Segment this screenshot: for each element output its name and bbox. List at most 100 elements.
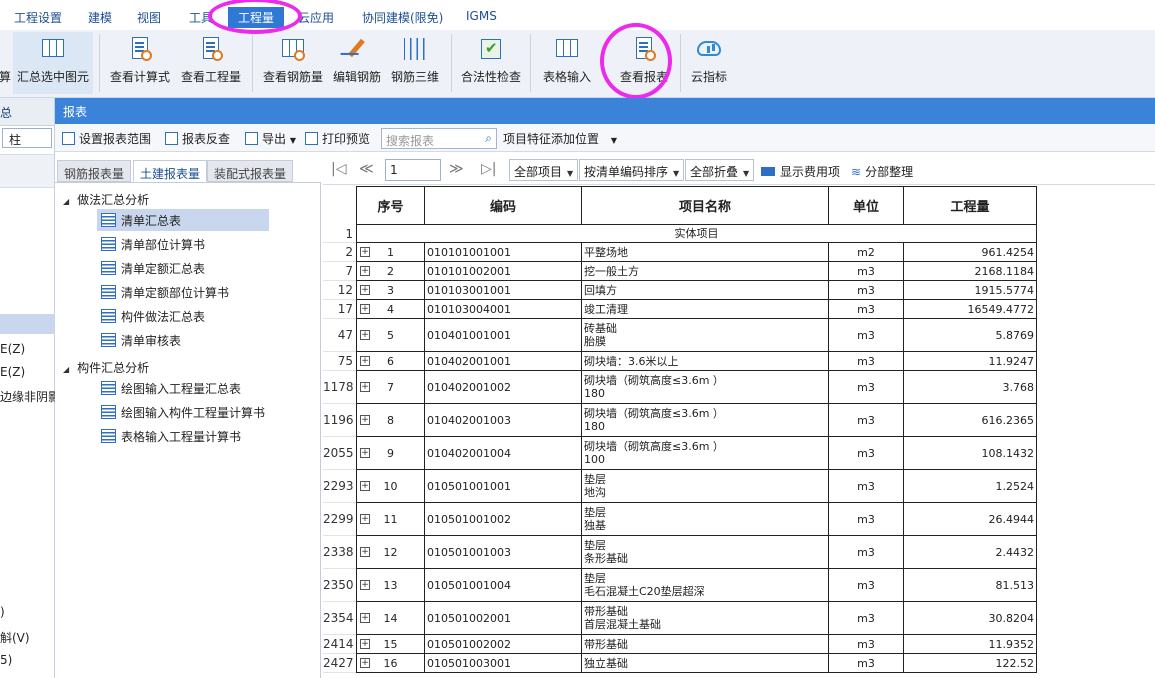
arrange-button[interactable]: ≋ 分部整理 [851,163,913,180]
view-formula-button[interactable]: 查看计算式 [106,32,174,94]
cell-name: 砌块墙：3.6米以上 [581,351,829,371]
left-pane-item[interactable]: 5) [0,653,12,667]
edit-rebar-button[interactable]: 编辑钢筋 [328,32,386,94]
menu-tab-igms[interactable]: IGMS [466,9,497,23]
tree-group-component-summary[interactable]: ◢ 构件汇总分析 [63,359,149,376]
left-pane-selected-row[interactable] [0,314,55,334]
view-quantity-button[interactable]: 查看工程量 [176,32,246,94]
summary-selected-button[interactable]: 汇总选中图元 [13,32,93,94]
expand-icon[interactable]: + [360,658,370,668]
collapse-triangle-icon[interactable]: ◢ [63,365,69,374]
left-pane-filter-input[interactable]: 柱 [2,128,52,148]
menu-tab-view[interactable]: 视图 [137,9,161,26]
tree-group-method-summary[interactable]: ◢ 做法汇总分析 [63,191,149,208]
tree-item[interactable]: 表格输入工程量计算书 [97,425,245,447]
table-row[interactable]: +13 010501001004 垫层 毛石混凝土C20垫层超深 m3 81.513 [356,568,1037,602]
search-icon[interactable]: ⌕ [485,131,492,146]
table-row[interactable]: +5 010401001001 砖基础 胎膜 m3 5.8769 [356,318,1037,352]
menu-tab-project-settings[interactable]: 工程设置 [14,9,62,26]
name-line: 条形基础 [584,552,628,565]
tree-item[interactable]: 构件做法汇总表 [97,305,209,327]
tree-item[interactable]: 清单定额部位计算书 [97,281,233,303]
expand-icon[interactable]: + [360,547,370,557]
fold-dropdown[interactable]: 全部折叠 ▼ [685,159,755,181]
expand-icon[interactable]: + [360,356,370,366]
export-button[interactable]: 导出 ▼ [245,130,296,147]
page-number-input[interactable]: 1 [385,159,441,181]
table-row[interactable]: +16 010501003001 独立基础 m3 122.52 [356,653,1037,673]
expand-icon[interactable]: + [360,266,370,276]
report-search-input[interactable]: 搜索报表 ⌕ [381,128,497,149]
expand-icon[interactable]: + [360,382,370,392]
tree-item[interactable]: 绘图输入构件工程量计算书 [97,401,269,423]
expand-icon[interactable]: + [360,304,370,314]
table-row[interactable]: +2 010101002001 挖一般土方 m3 2168.1184 [356,261,1037,281]
table-row[interactable]: +8 010402001003 砌块墙（砌筑高度≤3.6m ） 180 m3 616.23… [356,403,1037,437]
expand-icon[interactable]: + [360,580,370,590]
expand-icon[interactable]: + [360,613,370,623]
first-page-icon[interactable]: |◁ [331,161,346,177]
table-input-button[interactable]: 表格输入 [536,32,598,94]
name-line: 竣工清理 [584,302,628,316]
expand-icon[interactable]: + [360,639,370,649]
view-formula-icon [127,36,153,62]
prev-page-icon[interactable]: ≪ [359,161,374,177]
left-pane-item[interactable]: E(Z) [0,365,25,379]
table-row[interactable]: +6 010402001001 砌块墙：3.6米以上 m3 11.9247 [356,351,1037,371]
cell-seq: +12 [356,535,425,569]
table-row[interactable]: +4 010103004001 竣工清理 m3 16549.4772 [356,299,1037,319]
tree-item[interactable]: 绘图输入工程量汇总表 [97,377,245,399]
tab-civil-report[interactable]: 土建报表量 [133,160,208,182]
tree-item[interactable]: 清单部位计算书 [97,233,209,255]
table-row[interactable]: +14 010501002001 带形基础 首层混凝土基础 m3 30.8204 [356,601,1037,635]
print-preview-button[interactable]: 打印预览 [305,130,370,147]
expand-icon[interactable]: + [360,285,370,295]
seq-value: 13 [383,578,398,592]
expand-icon[interactable]: + [360,330,370,340]
partial-button[interactable]: 算 [0,32,12,94]
expand-icon[interactable]: + [360,514,370,524]
chevron-down-icon: ▼ [567,169,574,178]
tab-rebar-report[interactable]: 钢筋报表量 [57,160,132,182]
table-row[interactable]: +3 010103001001 回填方 m3 1915.5774 [356,280,1037,300]
cloud-index-button[interactable]: 云指标 [684,32,734,94]
tree-item[interactable]: 清单定额汇总表 [97,257,209,279]
menu-tab-modeling[interactable]: 建模 [88,9,112,26]
rebar-3d-button[interactable]: 钢筋三维 [386,32,444,94]
cell-unit: m3 [828,653,904,673]
summary-selected-icon [40,36,66,62]
table-row[interactable]: +10 010501001001 垫层 地沟 m3 1.2524 [356,469,1037,503]
set-report-range-button[interactable]: 设置报表范围 [62,130,151,147]
cell-name: 垫层 毛石混凝土C20垫层超深 [581,568,829,602]
tab-prefab-report[interactable]: 装配式报表量 [207,160,294,182]
left-pane-item[interactable]: E(Z) [0,342,25,356]
table-row[interactable]: +11 010501001002 垫层 独基 m3 26.4944 [356,502,1037,536]
table-row[interactable]: +7 010402001002 砌块墙（砌筑高度≤3.6m ） 180 m3 3.768 [356,370,1037,404]
expand-icon[interactable]: + [360,481,370,491]
validity-check-button[interactable]: 合法性检查 [456,32,526,94]
left-pane-item[interactable]: ) [0,605,5,619]
report-doc-icon [101,261,116,275]
row-number: 75 [323,352,356,371]
feature-position-dropdown[interactable]: 项目特征添加位置 ▼ [503,130,617,147]
report-reverse-check-button[interactable]: 报表反查 [165,130,230,147]
collapse-triangle-icon[interactable]: ◢ [63,197,69,206]
expand-icon[interactable]: + [360,247,370,257]
sort-dropdown[interactable]: 按清单编码排序 ▼ [579,159,685,181]
items-filter-dropdown[interactable]: 全部项目 ▼ [509,159,579,181]
last-page-icon[interactable]: ▷| [481,161,496,177]
left-pane-item[interactable]: 斛(V) [0,629,30,646]
expand-icon[interactable]: + [360,415,370,425]
table-row[interactable]: +9 010402001004 砌块墙（砌筑高度≤3.6m ） 100 m3 108.14… [356,436,1037,470]
next-page-icon[interactable]: ≫ [449,161,464,177]
menu-tab-collab[interactable]: 协同建模(限免) [362,9,443,26]
menu-tab-cloud[interactable]: 云应用 [298,9,334,26]
tree-item-bill-summary[interactable]: 清单汇总表 [97,209,269,231]
show-cost-button[interactable]: 显示费用项 [761,163,840,180]
table-row[interactable]: +15 010501002002 带形基础 m3 11.9352 [356,634,1037,654]
expand-icon[interactable]: + [360,448,370,458]
table-row[interactable]: +1 010101001001 平整场地 m2 961.4254 [356,242,1037,262]
table-row[interactable]: +12 010501001003 垫层 条形基础 m3 2.4432 [356,535,1037,569]
view-rebar-button[interactable]: 查看钢筋量 [258,32,328,94]
tree-item[interactable]: 清单审核表 [97,329,185,351]
